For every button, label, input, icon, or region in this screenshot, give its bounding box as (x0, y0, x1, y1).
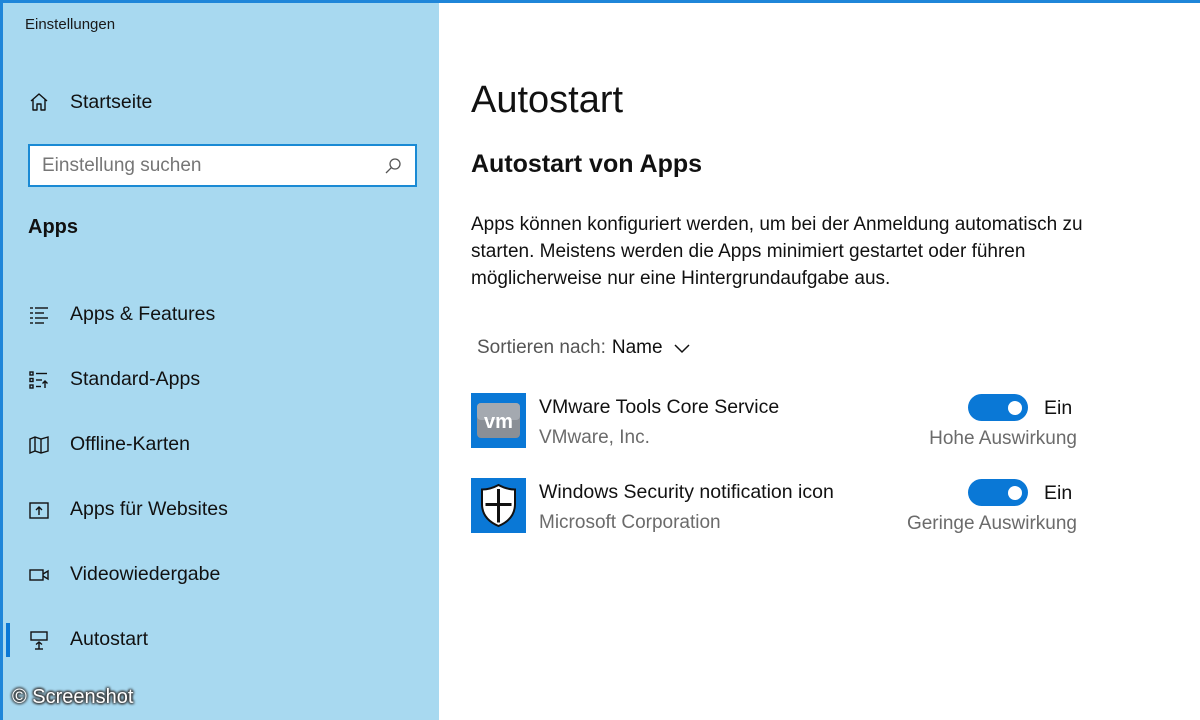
window-border-left (0, 0, 3, 720)
startup-impact: Hohe Auswirkung (929, 428, 1077, 449)
app-row: vm VMware Tools Core Service VMware, Inc… (471, 393, 1081, 449)
sidebar-item-label: Apps & Features (70, 303, 216, 325)
sidebar-item-label: Standard-Apps (70, 368, 201, 390)
app-name: VMware Tools Core Service (539, 396, 780, 418)
window-title: Einstellungen (25, 16, 116, 33)
map-icon (26, 432, 52, 458)
sidebar-item-label: Autostart (70, 628, 149, 650)
vmware-icon: vm (471, 393, 526, 448)
sidebar: Einstellungen Startseite Apps Apps & Fea… (0, 0, 439, 720)
toggle-knob (1008, 485, 1022, 500)
nav-home[interactable]: Startseite (26, 86, 406, 118)
video-icon (26, 562, 52, 588)
home-icon (26, 89, 52, 115)
nav-list: Apps & Features Standard-Apps Offline-Ka… (0, 282, 439, 672)
description: Apps können konfiguriert werden, um bei … (471, 214, 1083, 289)
main-content: Autostart Autostart von Apps Apps können… (439, 3, 1200, 720)
sidebar-item-standard-apps[interactable]: Standard-Apps (0, 347, 439, 412)
vmware-icon-text: vm (484, 411, 513, 433)
sidebar-item-apps-features[interactable]: Apps & Features (0, 282, 439, 347)
app-publisher: Microsoft Corporation (539, 512, 721, 533)
windows-security-shield-icon (471, 478, 526, 533)
startup-toggle[interactable] (968, 394, 1028, 421)
sidebar-item-label: Videowiedergabe (70, 563, 221, 585)
startup-toggle[interactable] (968, 479, 1028, 506)
toggle-knob (1008, 400, 1022, 415)
sort-value: Name (611, 337, 663, 358)
startup-impact: Geringe Auswirkung (906, 513, 1077, 534)
toggle-state-label: Ein (1044, 482, 1073, 504)
nav-home-label: Startseite (70, 90, 153, 113)
app-publisher: VMware, Inc. (539, 427, 650, 448)
sort-label: Sortieren nach: (477, 337, 606, 358)
section-heading: Apps (28, 216, 78, 238)
default-apps-icon (26, 367, 52, 393)
search-icon[interactable] (383, 156, 403, 176)
section-subtitle: Autostart von Apps (471, 150, 703, 178)
sidebar-item-video-playback[interactable]: Videowiedergabe (0, 542, 439, 607)
search-box[interactable] (28, 144, 417, 187)
watermark: © Screenshot (12, 686, 134, 708)
sidebar-item-label: Offline-Karten (70, 433, 190, 455)
sidebar-item-autostart[interactable]: Autostart (0, 607, 439, 672)
list-icon (26, 302, 52, 328)
sort-dropdown[interactable]: Sortieren nach: Name (477, 337, 691, 359)
website-app-icon (26, 497, 52, 523)
startup-icon (26, 627, 52, 653)
sidebar-item-label: Apps für Websites (70, 498, 228, 520)
chevron-down-icon (673, 342, 691, 354)
toggle-state-label: Ein (1044, 397, 1073, 419)
app-name: Windows Security notification icon (539, 481, 834, 503)
search-input[interactable] (42, 154, 383, 177)
sidebar-item-offline-maps[interactable]: Offline-Karten (0, 412, 439, 477)
app-row: Windows Security notification icon Micro… (471, 478, 1081, 534)
page-title: Autostart (471, 79, 624, 121)
sidebar-item-apps-for-websites[interactable]: Apps für Websites (0, 477, 439, 542)
